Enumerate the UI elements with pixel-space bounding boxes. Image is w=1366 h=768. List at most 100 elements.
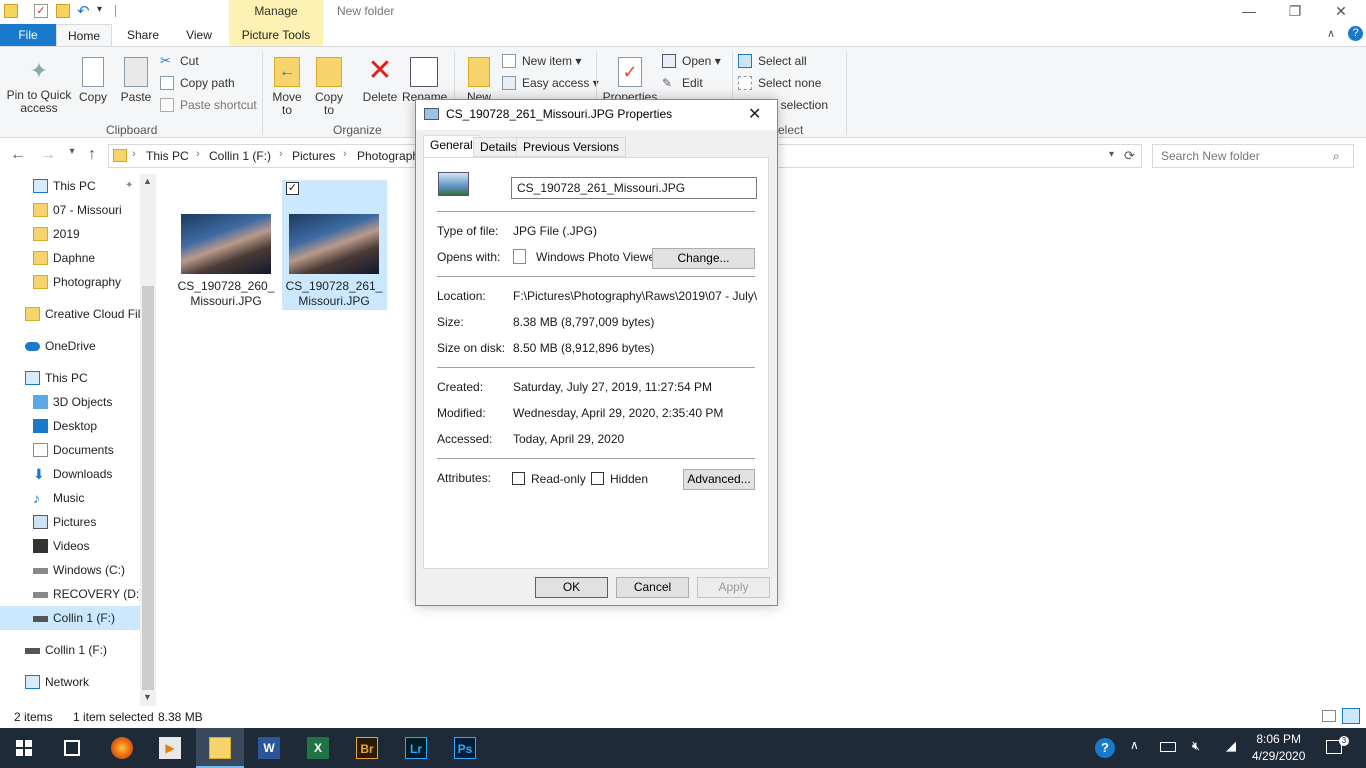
- photoshop-app[interactable]: Ps: [441, 728, 489, 768]
- pin-to-quick-access-button[interactable]: ✦ Pin to Quick access: [6, 57, 72, 115]
- properties-quick-icon[interactable]: ✓: [34, 4, 48, 18]
- tab-picture-tools[interactable]: Picture Tools: [229, 24, 323, 46]
- tab-share[interactable]: Share: [118, 24, 168, 46]
- breadcrumb-pictures[interactable]: Pictures: [292, 149, 335, 163]
- excel-app[interactable]: X: [294, 728, 342, 768]
- apply-button[interactable]: Apply: [697, 577, 770, 598]
- new-folder-quick-icon[interactable]: [56, 4, 70, 18]
- nav-item-collin-f-selected[interactable]: Collin 1 (F:): [33, 606, 115, 630]
- windows-start-icon[interactable]: [16, 740, 32, 756]
- nav-item-this-pc[interactable]: This PC: [25, 366, 88, 390]
- scroll-down-chevron-icon[interactable]: ▼: [143, 692, 152, 702]
- breadcrumb-this-pc[interactable]: This PC: [146, 149, 189, 163]
- copy-to-button[interactable]: Copy to: [312, 57, 346, 117]
- wifi-icon[interactable]: ◢: [1226, 738, 1236, 754]
- tab-file[interactable]: File: [0, 24, 56, 46]
- paste-button[interactable]: Paste: [118, 57, 154, 104]
- nav-item-onedrive[interactable]: OneDrive: [25, 334, 96, 358]
- help-tray-icon[interactable]: ?: [1095, 738, 1115, 758]
- select-none-button[interactable]: Select none: [738, 73, 821, 93]
- nav-item-2019[interactable]: 2019: [33, 222, 80, 246]
- task-view-icon[interactable]: [64, 740, 80, 756]
- filename-field[interactable]: CS_190728_261_Missouri.JPG: [511, 177, 757, 199]
- nav-item-3d-objects[interactable]: 3D Objects: [33, 390, 112, 414]
- nav-item-network[interactable]: Network: [25, 670, 89, 694]
- minimize-button[interactable]: —: [1226, 0, 1272, 24]
- nav-item-recovery-d[interactable]: RECOVERY (D:): [33, 582, 143, 606]
- paste-shortcut-button[interactable]: Paste shortcut: [160, 95, 257, 115]
- breadcrumb-drive[interactable]: Collin 1 (F:): [209, 149, 271, 163]
- up-arrow-icon[interactable]: ↑: [82, 146, 102, 164]
- copy-button[interactable]: Copy: [76, 57, 110, 104]
- address-history-chevron-down-icon[interactable]: ▾: [1109, 149, 1114, 160]
- recent-locations-chevron-down-icon[interactable]: ▾: [62, 146, 82, 157]
- nav-item-photography[interactable]: Photography: [33, 270, 121, 294]
- cancel-button[interactable]: Cancel: [616, 577, 689, 598]
- properties-button[interactable]: ✓ Properties: [602, 57, 658, 104]
- nav-item-collin-f[interactable]: Collin 1 (F:): [25, 638, 107, 662]
- invert-selection-button[interactable]: rt selection: [770, 95, 828, 115]
- back-arrow-icon[interactable]: ←: [8, 146, 28, 164]
- scroll-up-chevron-icon[interactable]: ▲: [143, 176, 152, 186]
- nav-item-creative-cloud[interactable]: Creative Cloud Fil: [25, 302, 140, 326]
- new-item-button[interactable]: New item ▾: [502, 51, 581, 71]
- battery-icon[interactable]: [1160, 742, 1176, 752]
- manage-context-tab[interactable]: Manage: [229, 0, 323, 24]
- nav-item-videos[interactable]: Videos: [33, 534, 89, 558]
- lightroom-app[interactable]: Lr: [392, 728, 440, 768]
- details-view-icon[interactable]: [1322, 710, 1336, 722]
- file-item-selected[interactable]: CS_190728_261_ Missouri.JPG: [284, 214, 384, 309]
- delete-button[interactable]: ✕ Delete: [360, 56, 400, 104]
- ok-button[interactable]: OK: [535, 577, 608, 598]
- nav-item-daphne[interactable]: Daphne: [33, 246, 95, 270]
- nav-item-windows-c[interactable]: Windows (C:): [33, 558, 125, 582]
- change-button[interactable]: Change...: [652, 248, 755, 269]
- cut-button[interactable]: ✂ Cut: [160, 51, 199, 71]
- tab-home[interactable]: Home: [56, 24, 112, 46]
- file-explorer-app[interactable]: [196, 728, 244, 768]
- help-icon[interactable]: ?: [1348, 26, 1363, 41]
- nav-item-desktop[interactable]: Desktop: [33, 414, 97, 438]
- restore-button[interactable]: ❐: [1272, 0, 1318, 24]
- nav-item-documents[interactable]: Documents: [33, 438, 114, 462]
- undo-icon[interactable]: ↶: [77, 2, 90, 20]
- clock[interactable]: 8:06 PM 4/29/2020: [1252, 731, 1305, 765]
- nav-item-music[interactable]: ♪ Music: [33, 486, 84, 510]
- large-icons-view-icon[interactable]: [1342, 708, 1360, 724]
- open-button[interactable]: Open ▾: [662, 51, 721, 71]
- tab-previous-versions[interactable]: Previous Versions: [516, 137, 627, 157]
- show-hidden-icons-chevron-up-icon[interactable]: ∧: [1130, 738, 1139, 752]
- nav-item-07-missouri[interactable]: 07 - Missouri: [33, 198, 122, 222]
- easy-access-button[interactable]: Easy access ▾: [502, 73, 599, 93]
- volume-muted-icon[interactable]: 🔇︎: [1192, 738, 1200, 754]
- nav-item-this-pc-quick[interactable]: This PC ✦: [33, 174, 133, 198]
- dialog-close-icon[interactable]: ✕: [748, 104, 761, 124]
- close-button[interactable]: ✕: [1318, 0, 1364, 24]
- breadcrumb-photography[interactable]: Photograph: [357, 149, 419, 163]
- item-checkbox[interactable]: ✓: [286, 182, 299, 195]
- edit-button[interactable]: ✎ Edit: [662, 73, 703, 93]
- refresh-icon[interactable]: ⟳: [1124, 148, 1135, 164]
- bridge-app[interactable]: Br: [343, 728, 391, 768]
- tab-view[interactable]: View: [174, 24, 224, 46]
- hidden-checkbox[interactable]: [591, 472, 604, 485]
- nav-scrollbar-thumb[interactable]: [142, 286, 154, 690]
- search-input[interactable]: Search New folder ⌕: [1152, 144, 1354, 168]
- forward-arrow-icon[interactable]: →: [38, 146, 58, 164]
- copy-path-button[interactable]: Copy path: [160, 73, 235, 93]
- advanced-button[interactable]: Advanced...: [683, 469, 755, 490]
- new-folder-button[interactable]: New: [462, 57, 496, 104]
- move-to-button[interactable]: ← Move to: [270, 57, 304, 117]
- media-player-app[interactable]: ▶: [146, 728, 194, 768]
- nav-item-pictures[interactable]: Pictures: [33, 510, 96, 534]
- select-all-button[interactable]: Select all: [738, 51, 807, 71]
- firefox-app[interactable]: [98, 728, 146, 768]
- collapse-ribbon-chevron-up-icon[interactable]: ∧: [1327, 27, 1335, 40]
- tab-general[interactable]: General: [423, 135, 480, 158]
- nav-item-downloads[interactable]: ⬇ Downloads: [33, 462, 112, 486]
- customize-chevron-down-icon[interactable]: ▾: [97, 4, 102, 15]
- read-only-checkbox[interactable]: [512, 472, 525, 485]
- file-item[interactable]: CS_190728_260_ Missouri.JPG: [176, 214, 276, 309]
- word-app[interactable]: W: [245, 728, 293, 768]
- rename-button[interactable]: Rename: [402, 57, 447, 104]
